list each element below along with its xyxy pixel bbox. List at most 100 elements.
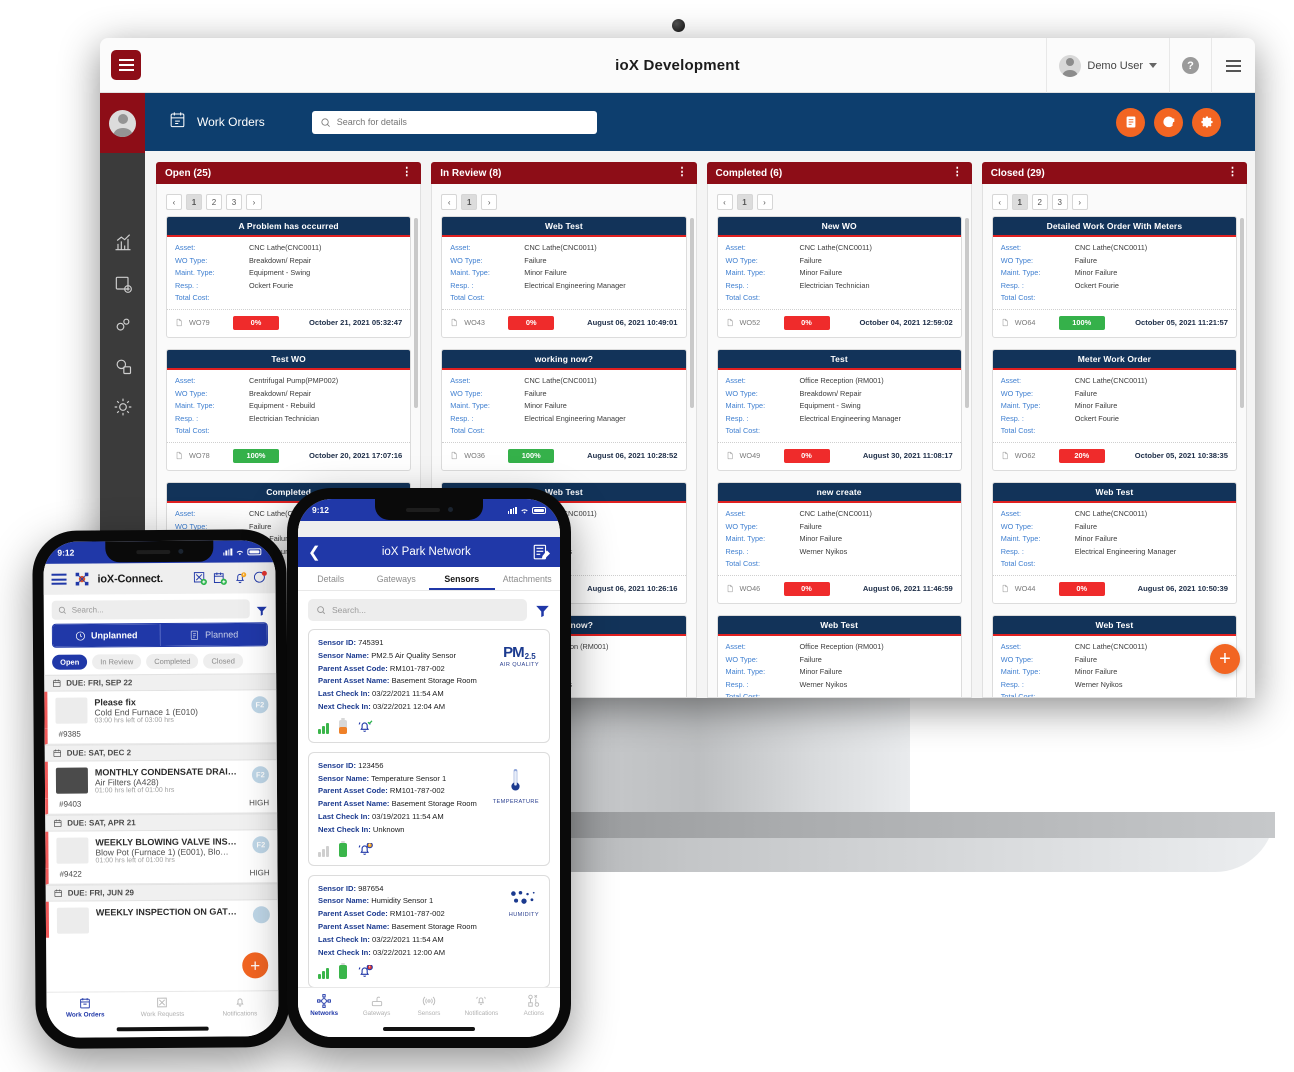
page-button[interactable]: 1 (736, 194, 753, 210)
card-field-value: Minor Failure (799, 667, 843, 677)
sensor-card[interactable]: Sensor ID: 745391 Sensor Name: PM2.5 Air … (308, 629, 550, 743)
page-button[interactable]: ‹ (166, 194, 182, 210)
add-work-order-fab[interactable]: + (1210, 644, 1240, 674)
column-menu-icon[interactable]: ⋮ (952, 167, 963, 178)
card-field: Resp. : Werner Nyikos (1001, 679, 1228, 692)
segment-unplanned[interactable]: Unplanned (52, 624, 160, 647)
device-icon[interactable] (113, 274, 133, 294)
card-field-label: WO Type: (725, 255, 758, 265)
sensor-card[interactable]: Sensor ID: 123456 Sensor Name: Temperatur… (308, 751, 550, 866)
messages-icon[interactable] (252, 570, 267, 585)
phone1-tab-work-orders[interactable]: Work Orders (46, 996, 124, 1038)
work-order-list-item[interactable]: WEEKLY INSPECTION ON GAT… (45, 900, 279, 938)
page-button[interactable]: › (1071, 194, 1088, 210)
work-order-card[interactable]: Meter Work Order Asset: CNC Lathe(CNC0011)… (991, 348, 1237, 471)
phone2-tab-sensors[interactable]: Sensors (429, 567, 495, 590)
phone1-tab-notifications[interactable]: Notifications (201, 995, 279, 1037)
column-scrollbar[interactable] (964, 218, 969, 408)
phone1-search-input[interactable]: Search... (51, 599, 250, 620)
column-scrollbar[interactable] (414, 218, 419, 408)
search-input[interactable] (336, 117, 589, 127)
work-order-list-item[interactable]: Please fix Cold End Furnace 1 (E010) 03:00… (44, 690, 277, 729)
page-button[interactable]: 1 (1011, 194, 1028, 210)
column-scrollbar[interactable] (689, 218, 694, 408)
phone2-tab-attachments[interactable]: Attachments (495, 567, 561, 590)
work-order-list-item[interactable]: MONTHLY CONDENSATE DRAI… Air Filters (A42… (44, 760, 278, 799)
tab-label: Actions (523, 1010, 544, 1017)
status-chip[interactable]: Completed (146, 653, 199, 670)
add-work-request-icon[interactable] (192, 571, 207, 586)
help-icon: ? (1182, 57, 1199, 74)
phone2-search-input[interactable]: Search... (308, 599, 527, 621)
work-order-card[interactable]: Web Test Asset: CNC Lathe(CNC0011) WO Type:… (991, 481, 1237, 604)
page-button[interactable]: 3 (226, 194, 242, 210)
work-order-list-item[interactable]: WEEKLY BLOWING VALVE INS… Blow Pot (Furna… (45, 830, 278, 869)
help-button[interactable]: ? (1169, 38, 1211, 93)
kanban-column: Closed (29) ⋮ ‹ 1 2 3 › Detailed Work Order Wit… (981, 162, 1247, 698)
filter-icon[interactable] (256, 603, 268, 616)
work-order-card[interactable]: Test WO Asset: Centrifugal Pump(PMP002) WO … (166, 348, 412, 471)
gears-icon[interactable] (113, 315, 133, 335)
phone2-tab-gateways[interactable]: Gateways (364, 567, 430, 590)
page-button[interactable]: 1 (186, 194, 202, 210)
page-button[interactable]: › (756, 194, 773, 210)
search-box[interactable] (311, 110, 597, 134)
card-field-label: WO Type: (725, 654, 758, 664)
phone1-add-fab[interactable]: + (242, 952, 269, 979)
column-menu-icon[interactable]: ⋮ (401, 167, 412, 178)
report-button[interactable] (1116, 107, 1145, 137)
work-order-card[interactable]: Web Test Asset: CNC Lathe(CNC0011) WO Type:… (991, 614, 1237, 697)
page-button[interactable]: ‹ (441, 194, 458, 210)
phone2-tab-networks[interactable]: Networks (298, 994, 350, 1037)
work-order-meta: #9385 (44, 727, 277, 745)
card-field-label: WO Type: (175, 388, 208, 398)
status-chip[interactable]: Closed (203, 653, 243, 669)
filter-icon[interactable] (535, 604, 550, 617)
user-menu[interactable]: Demo User (1046, 38, 1169, 93)
page-button[interactable]: 2 (1031, 194, 1048, 210)
sidebar-avatar-block[interactable] (100, 93, 145, 153)
config-icon[interactable] (113, 356, 133, 376)
page-button[interactable]: › (481, 194, 498, 210)
page-button[interactable]: ‹ (716, 194, 733, 210)
settings-button[interactable] (1192, 107, 1221, 137)
status-chip[interactable]: In Review (92, 654, 142, 670)
phone2-tab-actions[interactable]: Actions (508, 994, 560, 1037)
column-scrollbar[interactable] (1240, 218, 1244, 408)
column-menu-icon[interactable]: ⋮ (677, 167, 688, 178)
work-order-card[interactable]: Detailed Work Order With Meters Asset: CNC… (991, 216, 1237, 338)
add-work-order-icon[interactable] (212, 571, 227, 586)
page-button[interactable]: 3 (1051, 194, 1068, 210)
phone2-tabs: Details Gateways Sensors Attachments (298, 567, 560, 591)
notifications-icon[interactable] (232, 570, 247, 585)
work-order-card[interactable]: working now? Asset: CNC Lathe(CNC0011) WO T… (441, 348, 687, 471)
list-menu-button[interactable] (1211, 38, 1255, 93)
page-button[interactable]: 1 (461, 194, 478, 210)
page-button[interactable]: › (246, 194, 262, 210)
work-order-text: Please fix Cold End Furnace 1 (E010) 03:00… (94, 696, 244, 724)
progress-badge: 0% (1058, 581, 1105, 596)
module-label: Work Orders (197, 115, 265, 129)
column-menu-icon[interactable]: ⋮ (1227, 167, 1238, 178)
page-button[interactable]: 2 (206, 194, 222, 210)
page-button[interactable]: ‹ (991, 194, 1008, 210)
work-order-card[interactable]: A Problem has occurred Asset: CNC Lathe(CN… (166, 216, 412, 338)
phone1-menu-button[interactable] (51, 573, 67, 585)
work-order-card[interactable]: New WO Asset: CNC Lathe(CNC0011) WO Type: Fa… (716, 216, 962, 338)
back-icon[interactable]: ❮ (308, 545, 321, 560)
sensor-card[interactable]: Sensor ID: 987654 Sensor Name: Humidity S… (308, 874, 550, 989)
work-order-card[interactable]: Web Test Asset: CNC Lathe(CNC0011) WO Type:… (441, 216, 687, 338)
analytics-icon[interactable] (113, 233, 133, 253)
edit-icon[interactable] (532, 543, 551, 561)
phone2-tab-details[interactable]: Details (298, 567, 364, 590)
wifi-icon (520, 507, 529, 514)
segment-planned[interactable]: Planned (159, 623, 267, 647)
card-field-label: Resp. : (450, 280, 474, 290)
refresh-button[interactable] (1154, 107, 1183, 137)
card-field: Resp. : Werner Nyikos (726, 546, 953, 559)
work-order-card[interactable]: new create Asset: CNC Lathe(CNC0011) WO Typ… (716, 481, 962, 604)
settings-icon[interactable] (113, 397, 133, 417)
status-chip[interactable]: Open (52, 654, 88, 670)
work-order-card[interactable]: Web Test Asset: Office Reception (RM001) WO… (716, 614, 962, 697)
work-order-card[interactable]: Test Asset: Office Reception (RM001) WO Typ… (716, 348, 962, 471)
